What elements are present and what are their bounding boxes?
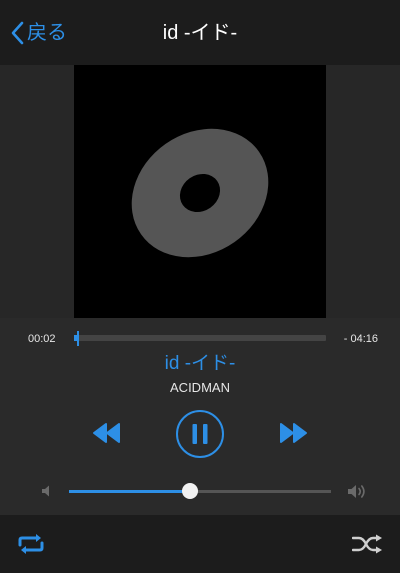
- volume-low-icon: [42, 485, 49, 497]
- remaining-time: - 04:16: [343, 333, 378, 345]
- shuffle-icon: [351, 534, 382, 554]
- page-title: id -イド-: [162, 22, 238, 44]
- player-panel: 00:02 - 04:16 id -イド- ACIDMAN: [0, 318, 400, 515]
- rewind-button[interactable]: [92, 422, 122, 444]
- fast-forward-button[interactable]: [278, 422, 308, 444]
- song-title: id -イド-: [164, 353, 236, 374]
- pause-button[interactable]: [175, 409, 225, 459]
- disc-icon: [131, 128, 269, 258]
- volume-slider[interactable]: [69, 490, 331, 493]
- repeat-button[interactable]: [17, 533, 45, 555]
- bottom-toolbar: [0, 515, 400, 573]
- navigation-bar: 戻る id -イド-: [0, 0, 400, 65]
- artwork-area: [0, 65, 400, 318]
- seek-bar-thumb[interactable]: [76, 331, 79, 346]
- rewind-icon: [93, 423, 120, 443]
- pause-icon: [176, 410, 224, 458]
- volume-high-icon: [348, 485, 365, 498]
- volume-slider-fill: [69, 490, 190, 493]
- shuffle-button[interactable]: [351, 534, 383, 554]
- fast-forward-icon: [280, 423, 307, 443]
- elapsed-time: 00:02: [28, 333, 56, 345]
- volume-slider-thumb[interactable]: [181, 483, 198, 499]
- artist-name: ACIDMAN: [170, 380, 230, 395]
- repeat-icon: [18, 534, 44, 554]
- album-artwork: [74, 65, 326, 318]
- seek-bar[interactable]: [74, 335, 326, 341]
